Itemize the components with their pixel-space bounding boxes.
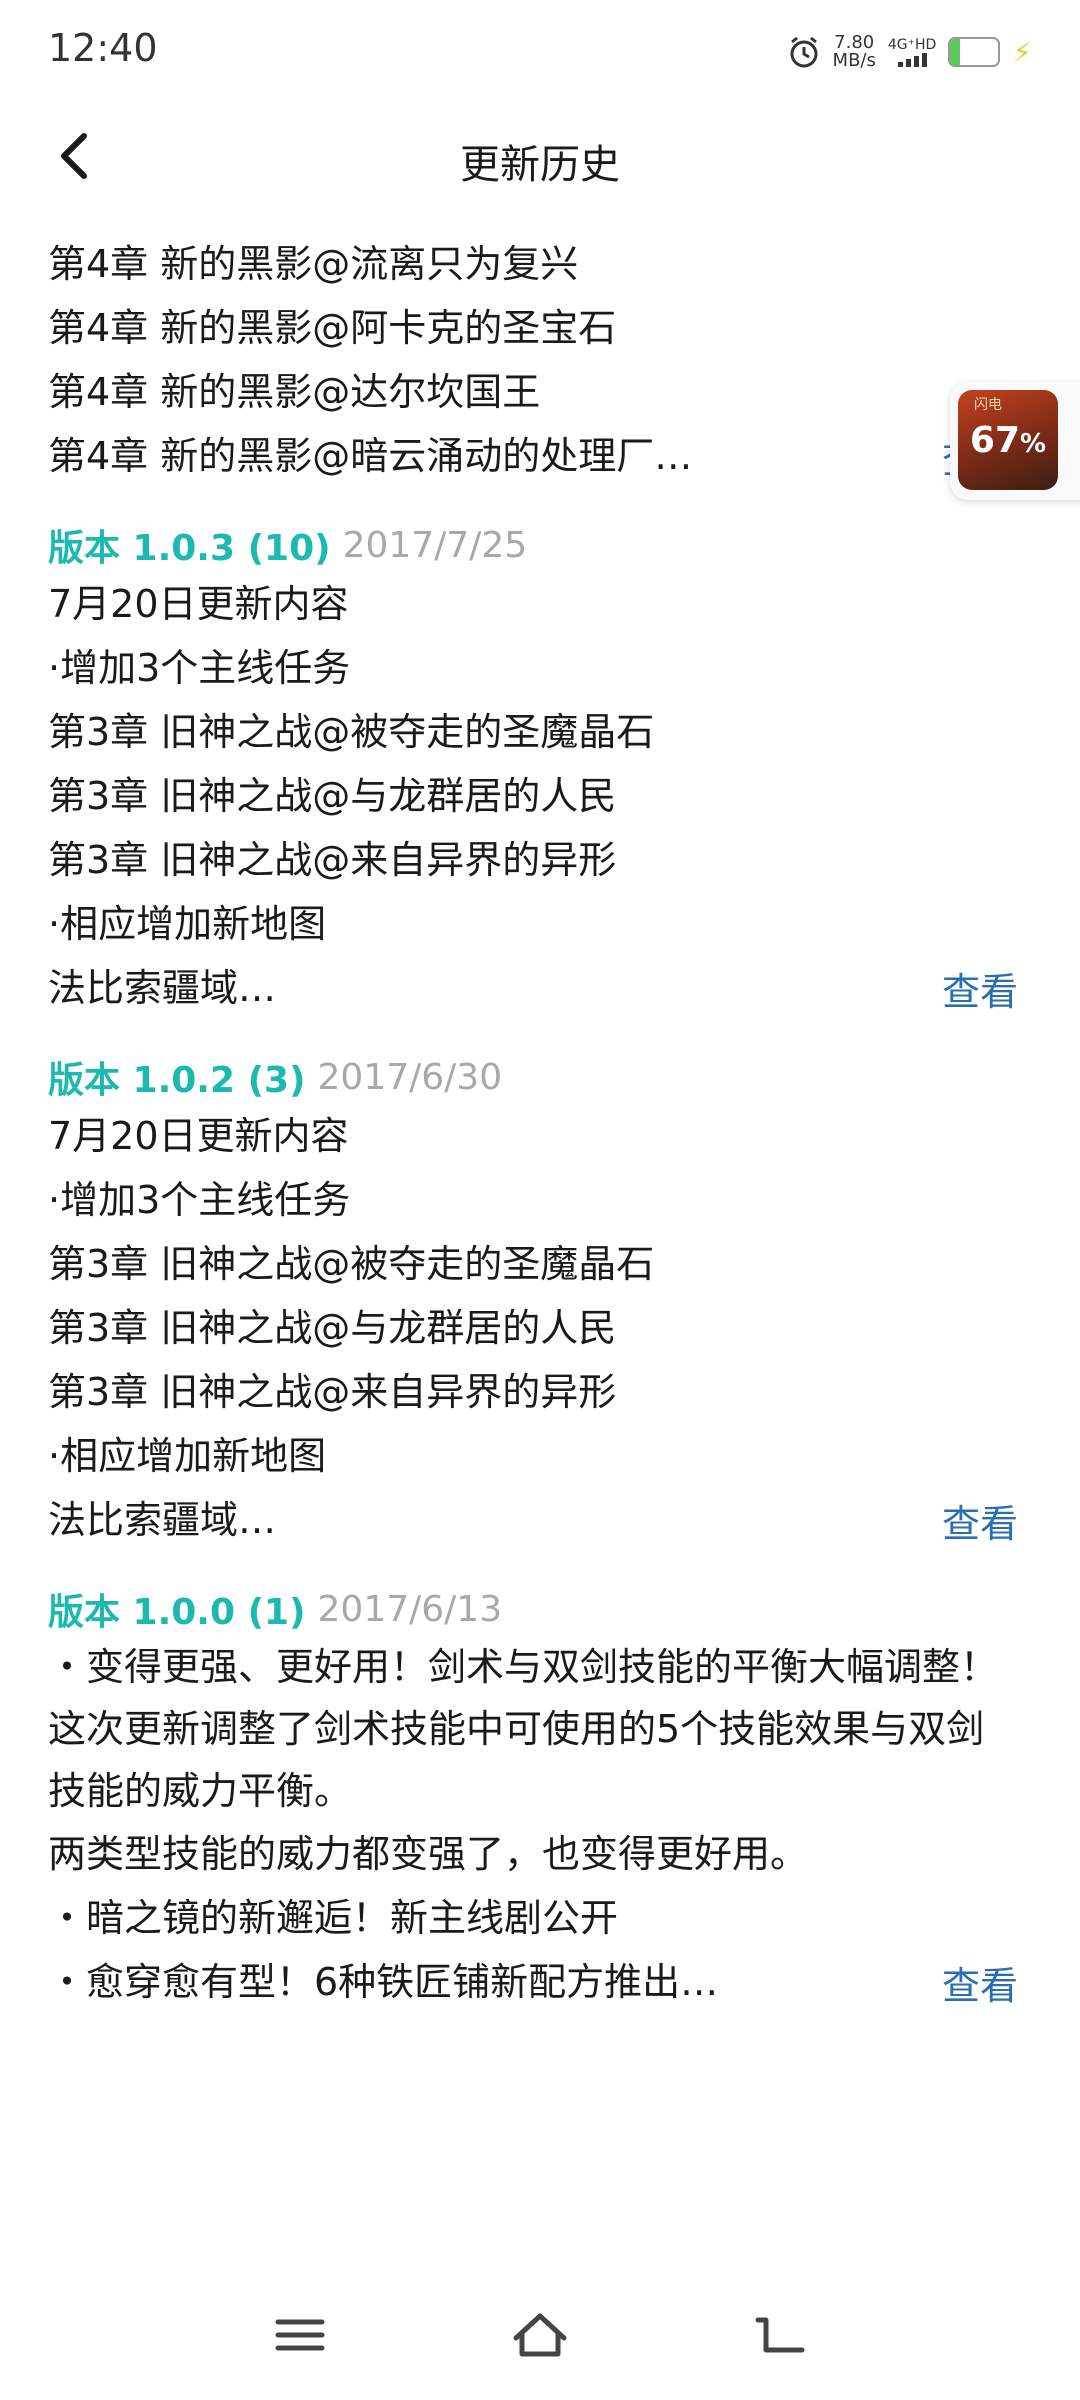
changelog-last-row: 法比索疆域… 查看 [48,956,1018,1020]
network-type: 4G⁺HD [887,37,937,53]
alarm-icon [790,36,818,68]
changelog-line: 第3章 旧神之战@与龙群居的人民 [48,774,617,818]
version-date: 2017/6/30 [317,1056,503,1098]
changelog-truncated-line: 法比索疆域… [48,1498,277,1542]
view-more-link[interactable]: 查看 [942,1493,1018,1548]
signal-icon [897,53,927,67]
version-date: 2017/6/13 [317,1588,503,1630]
changelog-line: ·增加3个主线任务 [48,1178,351,1222]
changelog-last-row: ・愈穿愈有型！6种铁匠铺新配方推出… 查看 [48,1950,1018,2014]
header: 更新历史 [0,110,1080,202]
version-header: 版本 1.0.2 (3) 2017/6/30 [48,1050,1018,1104]
version-header: 版本 1.0.0 (1) 2017/6/13 [48,1582,1018,1636]
changelog-line: 第3章 旧神之战@来自异界的异形 [48,1370,617,1414]
version-block: 版本 1.0.3 (10) 2017/7/25 7月20日更新内容 ·增加3个主线任务… [48,518,1018,1020]
changelog-line: 第4章 新的黑影@流离只为复兴 [48,242,579,286]
floating-game-widget[interactable]: 闪电 67% [950,382,1080,500]
version-label: 版本 1.0.0 (1) [48,1592,306,1633]
changelog-line: ・变得更强、更好用！剑术与双剑技能的平衡大幅调整！ [48,1645,999,1689]
changelog-line: 第3章 旧神之战@来自异界的异形 [48,838,617,882]
battery-icon: 20 [948,37,1001,67]
network-speed-unit: MB/s [832,50,876,71]
system-nav-bar [0,2290,1080,2380]
update-history-screen: 12:40 7.80 MB/s 4G⁺HD 20 ⚡ 更新历史 第4章 新的黑影… [0,0,1080,2400]
battery-level: 20 [959,39,990,64]
version-date: 2017/7/25 [342,524,528,566]
changelog-truncated-line: 法比索疆域… [48,966,277,1010]
floating-widget-progress: 67% [970,420,1046,461]
floating-widget-unit: % [1020,428,1047,459]
floating-widget-thumbnail: 闪电 67% [958,390,1058,490]
changelog-line: 7月20日更新内容 [48,1114,349,1158]
changelog-line: 第3章 旧神之战@被夺走的圣魔晶石 [48,1242,655,1286]
changelog-last-row: 法比索疆域… 查看 [48,1488,1018,1552]
changelog-line: 这次更新调整了剑术技能中可使用的5个技能效果与双剑技能的威力平衡。 [48,1707,985,1813]
changelog-line: ·相应增加新地图 [48,902,327,946]
view-more-link[interactable]: 查看 [942,1955,1018,2010]
version-label: 版本 1.0.3 (10) [48,528,331,569]
status-icons: 7.80 MB/s 4G⁺HD 20 ⚡ [787,30,1032,74]
network-speed: 7.80 MB/s [833,34,876,70]
changelog-last-row: 第4章 新的黑影@暗云涌动的处理厂…查看 [48,424,1018,488]
changelog-line: ・暗之镜的新邂逅！新主线剧公开 [48,1896,619,1940]
changelog-line: 两类型技能的威力都变强了，也变得更好用。 [48,1832,809,1876]
version-list[interactable]: 第4章 新的黑影@流离只为复兴 第4章 新的黑影@阿卡克的圣宝石 第4章 新的黑影@… [48,232,1018,2044]
version-header: 版本 1.0.3 (10) 2017/7/25 [48,518,1018,572]
version-block: 版本 1.0.2 (3) 2017/6/30 7月20日更新内容 ·增加3个主线任务第… [48,1050,1018,1552]
status-time: 12:40 [48,26,158,70]
changelog-truncated-line: ・愈穿愈有型！6种铁匠铺新配方推出… [48,1960,719,2004]
charging-icon: ⚡ [1012,35,1032,69]
signal-indicator: 4G⁺HD [888,37,936,67]
version-label: 版本 1.0.2 (3) [48,1060,306,1101]
menu-icon[interactable] [270,2310,330,2360]
view-more-link[interactable]: 查看 [942,961,1018,1016]
changelog-line: 7月20日更新内容 [48,582,349,626]
page-title: 更新历史 [460,142,620,188]
return-icon[interactable] [750,2310,810,2360]
version-block: 第4章 新的黑影@流离只为复兴 第4章 新的黑影@阿卡克的圣宝石 第4章 新的黑影@… [48,232,1018,488]
changelog-line: 第4章 新的黑影@达尔坎国王 [48,370,541,414]
home-icon[interactable] [510,2310,570,2360]
changelog-line: ·相应增加新地图 [48,1434,327,1478]
changelog-line: ·增加3个主线任务 [48,646,351,690]
changelog-truncated-line: 第4章 新的黑影@暗云涌动的处理厂… [48,434,693,478]
floating-widget-badge: 闪电 [974,397,1002,413]
changelog-line: 第4章 新的黑影@阿卡克的圣宝石 [48,306,617,350]
changelog-line: 第3章 旧神之战@被夺走的圣魔晶石 [48,710,655,754]
floating-widget-value: 67 [969,419,1021,461]
status-bar: 12:40 7.80 MB/s 4G⁺HD 20 ⚡ [0,0,1080,100]
version-block: 版本 1.0.0 (1) 2017/6/13 ・变得更强、更好用！剑术与双剑技能的平… [48,1582,1018,2014]
changelog-line: 第3章 旧神之战@与龙群居的人民 [48,1306,617,1350]
